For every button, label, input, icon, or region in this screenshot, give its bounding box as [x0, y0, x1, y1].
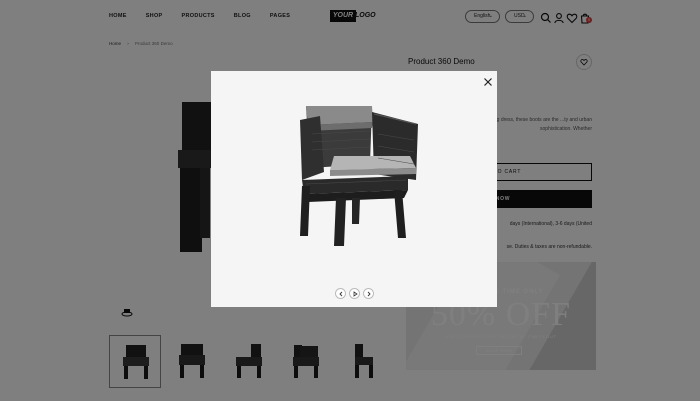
next-icon[interactable]	[363, 288, 374, 299]
close-icon[interactable]	[482, 75, 494, 87]
product-360-image[interactable]	[290, 98, 430, 250]
prev-icon[interactable]	[335, 288, 346, 299]
play-icon[interactable]	[349, 288, 360, 299]
